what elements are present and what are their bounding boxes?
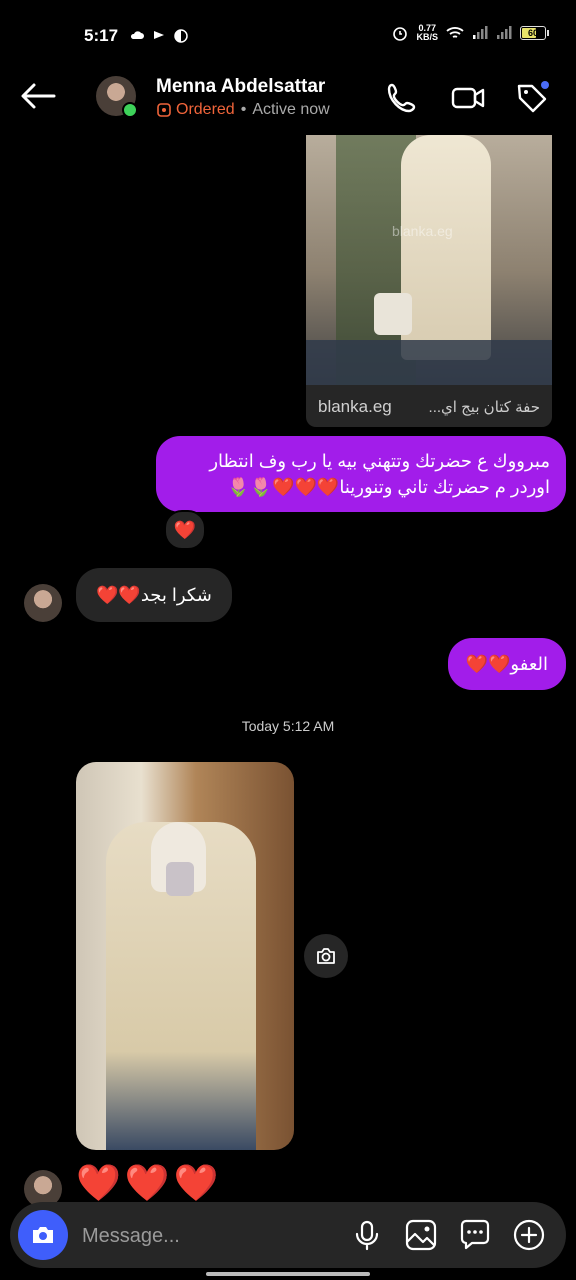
signal-icon-2	[497, 26, 512, 39]
shared-post-card[interactable]: blanka.eg blanka.eg حفة كتان بيج اي...	[306, 135, 552, 427]
shared-post-domain: blanka.eg	[318, 397, 392, 416]
phone-icon[interactable]	[384, 80, 420, 116]
photo-message[interactable]	[76, 762, 294, 1150]
message-input[interactable]	[80, 1220, 334, 1252]
camera-icon	[317, 948, 335, 964]
gallery-icon[interactable]	[404, 1218, 438, 1252]
battery-indicator: 60	[520, 26, 549, 40]
outgoing-message[interactable]: مبرووك ع حضرتك وتتهني بيه يا رب وف انتظا…	[156, 436, 566, 512]
message-composer	[10, 1202, 566, 1268]
chat-header: Menna Abdelsattar Ordered • Active now	[0, 70, 576, 130]
message-reaction[interactable]: ❤️	[164, 510, 206, 550]
back-arrow-icon[interactable]	[20, 82, 56, 110]
subtitle-separator: •	[240, 101, 247, 118]
video-camera-icon[interactable]	[450, 80, 486, 116]
shared-post-footer: blanka.eg حفة كتان بيج اي...	[306, 387, 552, 427]
incoming-hearts-message[interactable]: ❤️❤️❤️	[76, 1162, 222, 1204]
home-indicator	[206, 1272, 370, 1276]
network-speed: 0.77 KB/S	[416, 23, 438, 42]
status-time: 5:17	[84, 26, 119, 45]
shared-post-image: blanka.eg	[306, 135, 552, 385]
chat-bubble-icon[interactable]	[458, 1218, 492, 1252]
moon-icon	[174, 29, 188, 43]
tag-icon	[517, 81, 549, 113]
wifi-icon	[446, 27, 464, 38]
alarm-icon	[393, 27, 408, 41]
contact-subtitle: Ordered • Active now	[156, 101, 330, 119]
online-indicator	[122, 102, 138, 118]
status-bar: 5:17 0.77 KB/S 60	[0, 0, 576, 70]
battery-level: 60	[527, 28, 538, 38]
photo-content	[106, 822, 256, 1150]
cloud-icon	[130, 31, 144, 39]
view-photo-button[interactable]	[304, 934, 348, 978]
plus-circle-icon[interactable]	[512, 1218, 546, 1252]
camera-button[interactable]	[18, 1210, 68, 1260]
message-timestamp: Today 5:12 AM	[241, 718, 335, 734]
camera-icon	[33, 1227, 53, 1243]
shared-post-description: حفة كتان بيج اي...	[428, 399, 540, 416]
signal-icon-1	[473, 26, 488, 39]
tag-button[interactable]	[514, 80, 550, 116]
status-system-icons: 0.77 KB/S 60	[392, 23, 549, 42]
active-status: Active now	[252, 101, 330, 118]
incoming-message[interactable]: شكرا بجد❤️❤️	[76, 568, 232, 622]
ordered-badge: Ordered	[176, 101, 235, 118]
shared-post-watermark: blanka.eg	[392, 223, 453, 239]
microphone-icon[interactable]	[350, 1218, 384, 1252]
outgoing-message[interactable]: العفو❤️❤️	[447, 638, 566, 690]
ordered-icon	[157, 103, 171, 117]
contact-name[interactable]: Menna Abdelsattar	[156, 76, 325, 98]
media-icon	[154, 31, 164, 39]
status-notification-icons	[130, 29, 188, 43]
sender-avatar[interactable]	[24, 584, 62, 622]
